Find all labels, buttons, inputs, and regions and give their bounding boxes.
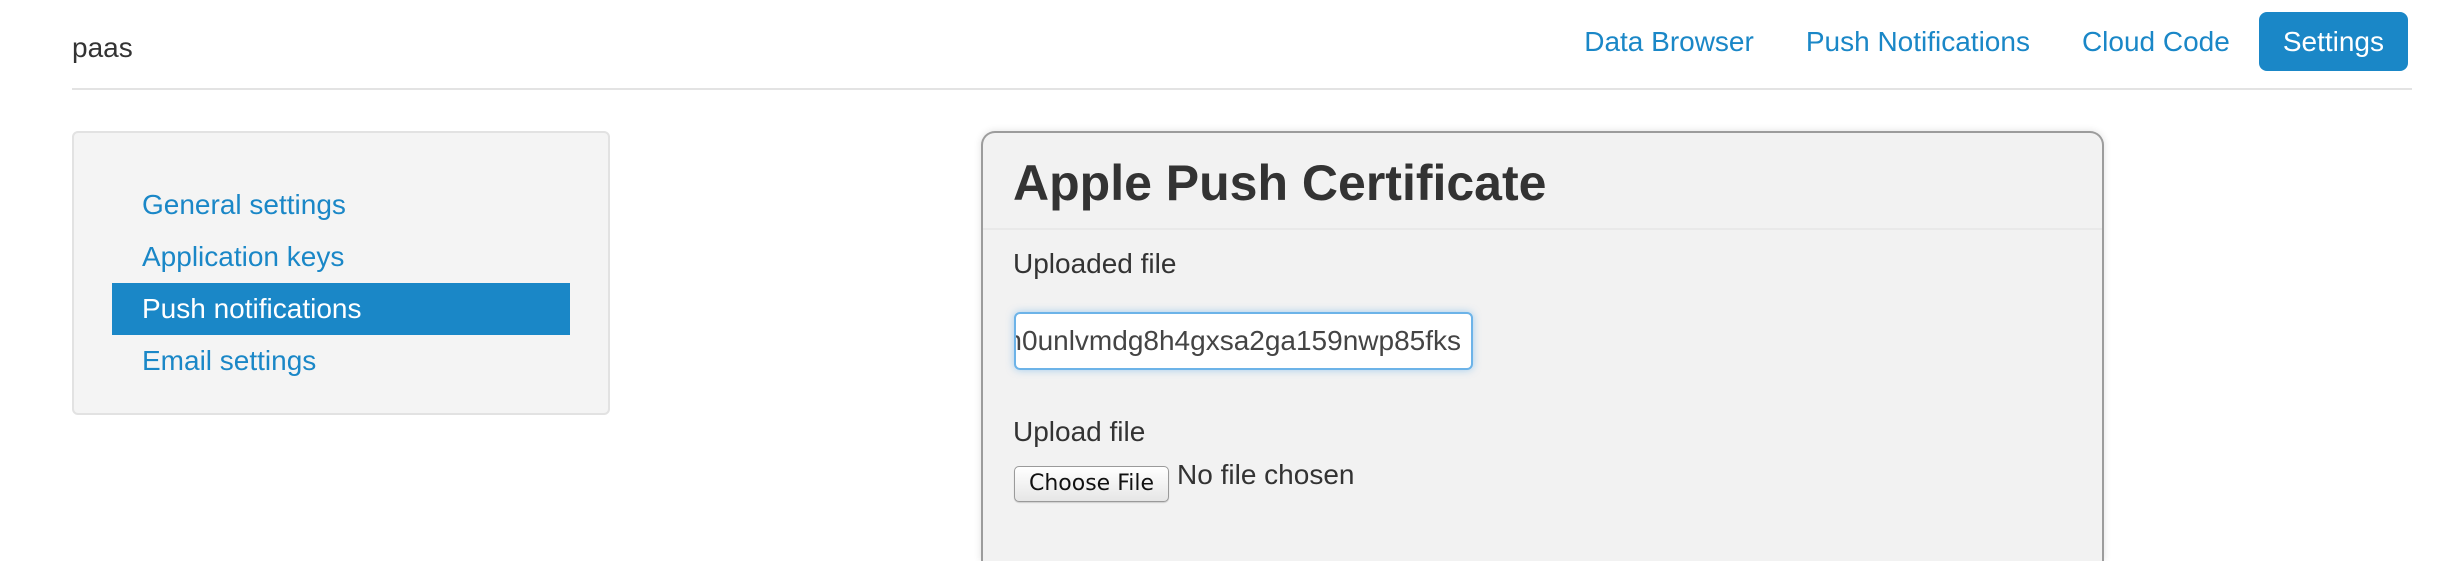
uploaded-file-input[interactable]: rtyttvluk1tnn0unlvmdg8h4gxsa2ga159nwp85f… <box>1014 312 1473 370</box>
top-nav: Data Browser Push Notifications Cloud Co… <box>1558 12 2408 71</box>
nav-push-notifications[interactable]: Push Notifications <box>1780 12 2056 71</box>
choose-file-button[interactable]: Choose File <box>1014 466 1170 502</box>
nav-cloud-code[interactable]: Cloud Code <box>2056 12 2256 71</box>
sidebar-item-application-keys[interactable]: Application keys <box>112 231 570 283</box>
file-chooser: Choose File No file chosen <box>1014 458 1354 502</box>
header-divider <box>72 88 2412 90</box>
sidebar-item-email-settings[interactable]: Email settings <box>112 335 570 387</box>
no-file-chosen-text: No file chosen <box>1177 459 1355 490</box>
sidebar-menu: General settings Application keys Push n… <box>74 133 608 387</box>
upload-file-label: Upload file <box>1013 416 1146 447</box>
sidebar-item-general-settings[interactable]: General settings <box>112 179 570 231</box>
settings-sidebar: General settings Application keys Push n… <box>72 131 610 415</box>
nav-data-browser[interactable]: Data Browser <box>1558 12 1780 71</box>
uploaded-file-label: Uploaded file <box>1013 248 1177 279</box>
apple-push-certificate-panel: Apple Push Certificate Uploaded file rty… <box>981 131 2104 561</box>
nav-settings[interactable]: Settings <box>2258 12 2408 71</box>
panel-title: Apple Push Certificate <box>983 133 2102 230</box>
uploaded-file-value: rtyttvluk1tnn0unlvmdg8h4gxsa2ga159nwp85f… <box>1016 325 1461 356</box>
sidebar-item-push-notifications[interactable]: Push notifications <box>112 283 570 335</box>
app-brand[interactable]: paas <box>72 28 133 68</box>
